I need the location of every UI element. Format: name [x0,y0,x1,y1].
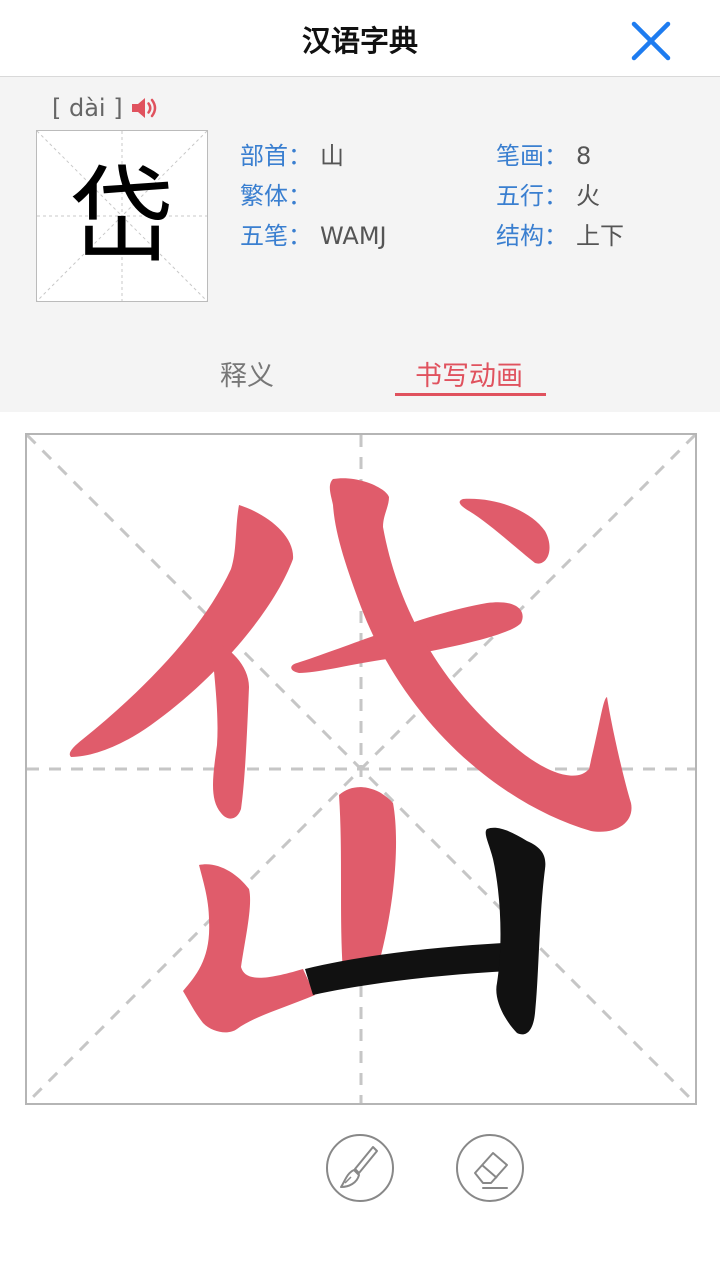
attr-stroke-count: 笔画： 8 [496,142,592,170]
brush-button[interactable] [325,1133,395,1203]
eraser-icon [456,1134,524,1202]
close-icon [631,21,671,61]
tab-meaning[interactable]: 释义 [220,357,274,397]
writing-canvas[interactable] [25,433,697,1105]
page-title: 汉语字典 [301,24,418,58]
attr-wubi: 五笔： WAMJ [240,222,387,250]
close-button[interactable] [628,18,674,64]
top-bar: 汉语字典 [0,0,720,77]
character-thumbnail: 岱 [36,130,208,302]
speaker-icon[interactable] [129,94,159,122]
stroke-1 [69,505,294,757]
pinyin-row: [ dài ] [52,91,159,125]
stroke-7 [183,864,315,1033]
character-glyph: 岱 [69,155,174,277]
eraser-button[interactable] [455,1133,525,1203]
brush-icon [326,1134,394,1202]
pinyin-text: [ dài ] [52,94,123,122]
attr-radical: 部首：山 [240,142,344,170]
stroke-5 [459,498,550,564]
stroke-animation [27,435,695,1103]
tab-writing-animation[interactable]: 书写动画 [415,357,523,397]
stroke-2 [211,639,249,819]
stroke-6 [339,787,397,973]
tab-bar: 释义 书写动画 [0,347,720,407]
active-tab-indicator [395,393,546,396]
attr-five-elements: 五行：火 [496,182,600,210]
stroke-8-current [305,943,509,995]
attr-structure: 结构： 上下 [496,222,624,250]
attr-traditional: 繁体： [240,182,312,210]
character-info-panel: [ dài ] 岱 部首：山 笔画： 8 繁体： 五行：火 五笔： WAMJ 结构：… [0,77,720,412]
stroke-8-current-vertical [485,827,546,1035]
